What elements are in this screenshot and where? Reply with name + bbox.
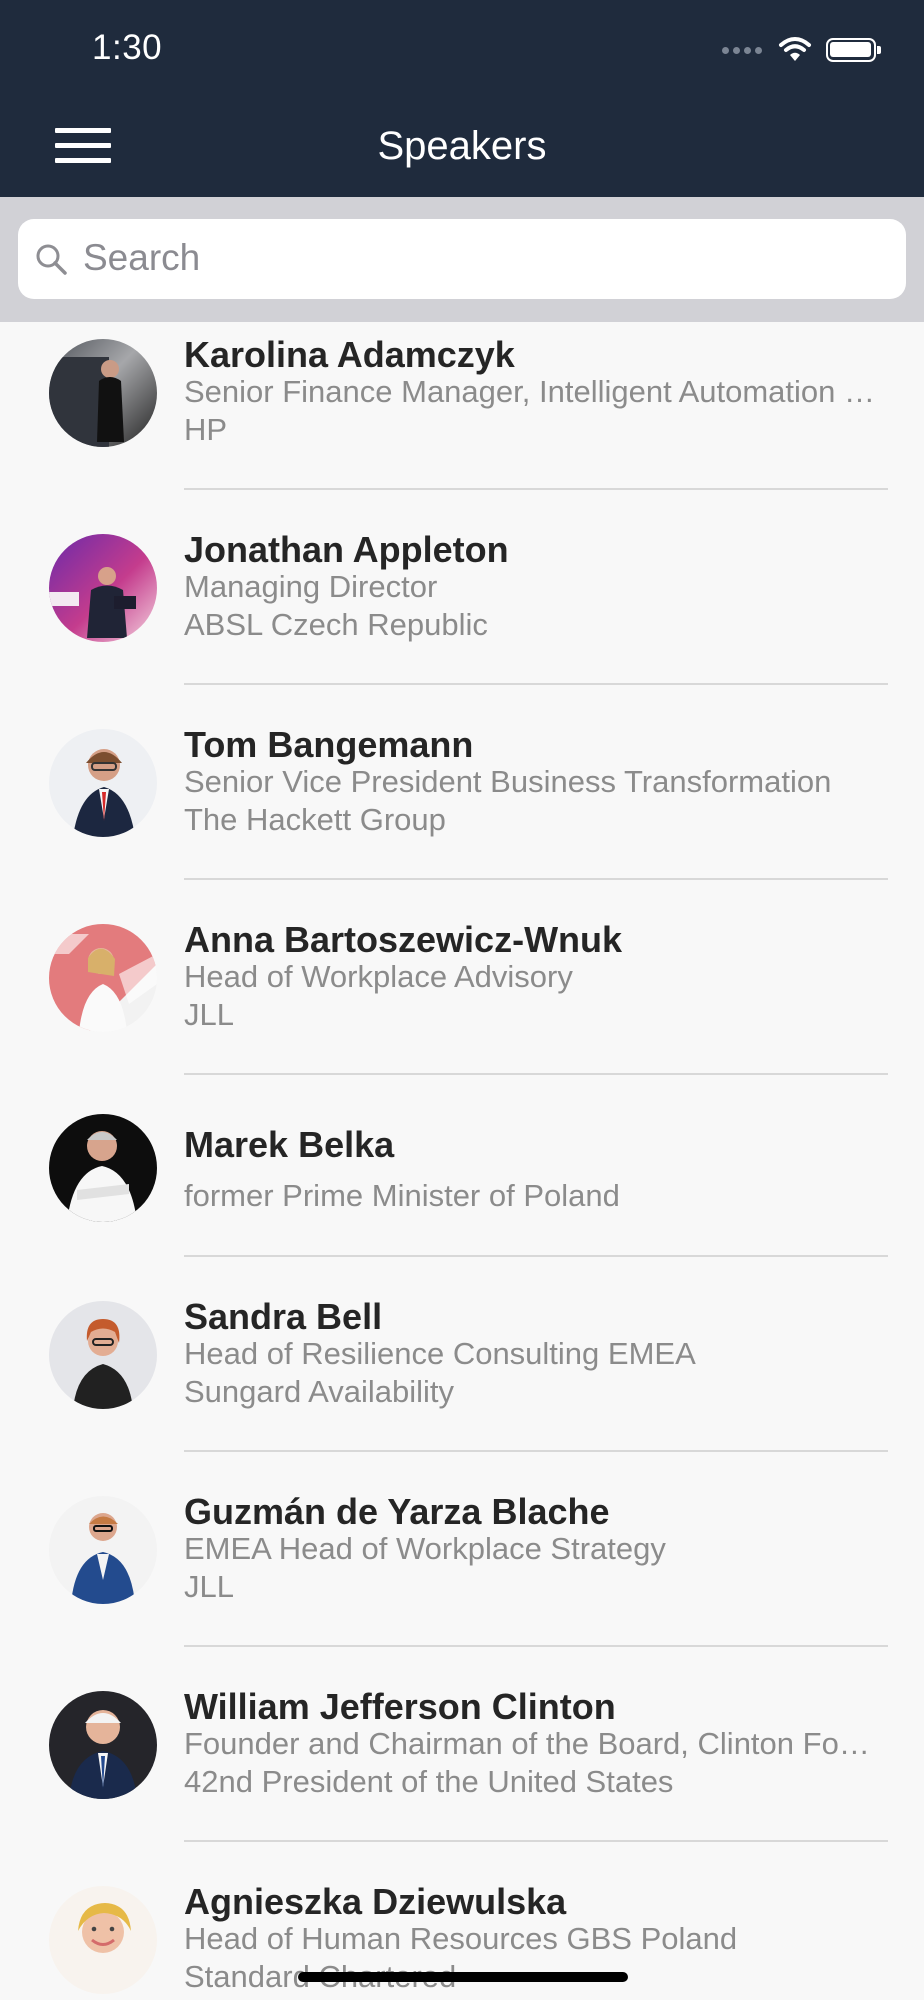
home-indicator <box>298 1972 628 1982</box>
speaker-row-william-jefferson-clinton[interactable]: William Jefferson Clinton Founder and Ch… <box>0 1674 924 1869</box>
speaker-row-sandra-bell[interactable]: Sandra Bell Head of Resilience Consultin… <box>0 1284 924 1479</box>
speaker-row-jonathan-appleton[interactable]: Jonathan Appleton Managing Director ABSL… <box>0 517 924 712</box>
speaker-row-tom-bangemann[interactable]: Tom Bangemann Senior Vice President Busi… <box>0 712 924 907</box>
page-title: Speakers <box>377 124 547 168</box>
speaker-row-guzman-de-yarza-blache[interactable]: Guzmán de Yarza Blache EMEA Head of Work… <box>0 1479 924 1674</box>
avatar <box>49 1114 157 1222</box>
speaker-title: Founder and Chairman of the Board, Clint… <box>184 1726 880 1761</box>
wifi-icon <box>779 37 811 61</box>
search-input[interactable] <box>83 228 883 288</box>
cellular-signal-icon <box>722 46 762 54</box>
divider <box>184 1840 888 1842</box>
avatar <box>49 1691 157 1799</box>
speaker-name: Anna Bartoszewicz-Wnuk <box>184 919 623 960</box>
avatar <box>49 339 157 447</box>
speaker-name: Marek Belka <box>184 1124 395 1165</box>
speaker-name: Jonathan Appleton <box>184 529 509 570</box>
speaker-title: Senior Vice President Business Transform… <box>184 764 832 799</box>
avatar <box>49 1301 157 1409</box>
avatar <box>49 534 157 642</box>
speaker-row-marek-belka[interactable]: Marek Belka former Prime Minister of Pol… <box>0 1102 924 1284</box>
battery-icon <box>826 38 881 62</box>
speaker-company: JLL <box>184 1569 234 1604</box>
speaker-company: ABSL Czech Republic <box>184 607 488 642</box>
speaker-name: Agnieszka Dziewulska <box>184 1881 567 1922</box>
speaker-row-karolina-adamczyk[interactable]: Karolina Adamczyk Senior Finance Manager… <box>0 322 924 517</box>
speaker-row-anna-bartoszewicz-wnuk[interactable]: Anna Bartoszewicz-Wnuk Head of Workplace… <box>0 907 924 1102</box>
avatar <box>49 924 157 1032</box>
speaker-title: Senior Finance Manager, Intelligent Auto… <box>184 374 880 409</box>
speaker-company: HP <box>184 412 228 447</box>
speaker-list: Karolina Adamczyk Senior Finance Manager… <box>0 322 924 2000</box>
avatar <box>49 1886 157 1994</box>
speaker-company: The Hackett Group <box>184 802 446 837</box>
divider <box>184 1450 888 1452</box>
divider <box>184 1645 888 1647</box>
divider <box>184 683 888 685</box>
speaker-company: Sungard Availability <box>184 1374 454 1409</box>
divider <box>184 1255 888 1257</box>
divider <box>184 878 888 880</box>
status-time: 1:30 <box>92 28 163 67</box>
search-icon <box>36 244 67 275</box>
speaker-title: EMEA Head of Workplace Strategy <box>184 1531 666 1566</box>
speaker-title: Managing Director <box>184 569 438 604</box>
speaker-company: 42nd President of the United States <box>184 1764 674 1799</box>
speaker-title: Head of Workplace Advisory <box>184 959 573 994</box>
speaker-name: Tom Bangemann <box>184 724 474 765</box>
status-icons <box>722 34 881 66</box>
search-box[interactable] <box>18 219 906 299</box>
speaker-title: former Prime Minister of Poland <box>184 1178 620 1213</box>
speaker-name: Karolina Adamczyk <box>184 334 515 375</box>
avatar <box>49 729 157 837</box>
navigation-header: 1:30 Speakers <box>0 0 924 197</box>
speaker-name: Guzmán de Yarza Blache <box>184 1491 610 1532</box>
divider <box>184 1073 888 1075</box>
search-bar-container <box>0 197 924 322</box>
divider <box>184 488 888 490</box>
speaker-name: Sandra Bell <box>184 1296 383 1337</box>
avatar <box>49 1496 157 1604</box>
speaker-title: Head of Human Resources GBS Poland <box>184 1921 738 1956</box>
speaker-company: JLL <box>184 997 234 1032</box>
speaker-name: William Jefferson Clinton <box>184 1686 616 1727</box>
speaker-title: Head of Resilience Consulting EMEA <box>184 1336 696 1371</box>
